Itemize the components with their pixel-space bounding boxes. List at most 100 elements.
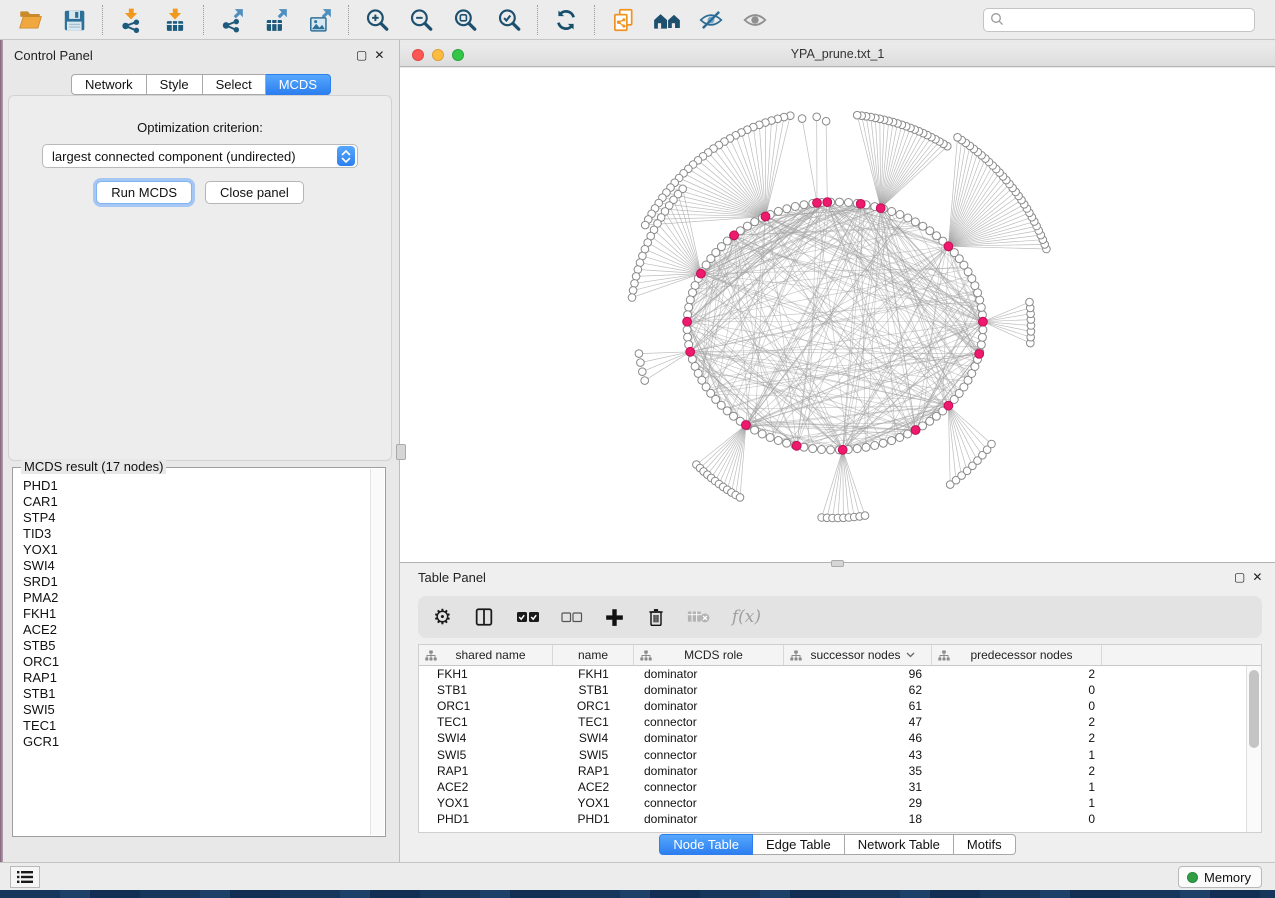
network-node[interactable]: [751, 426, 759, 434]
network-node[interactable]: [641, 221, 649, 229]
network-node[interactable]: [628, 294, 636, 302]
network-node[interactable]: [896, 211, 904, 219]
table-tab-edge-table[interactable]: Edge Table: [753, 834, 845, 855]
table-row[interactable]: YOX1YOX1connector291: [419, 795, 1246, 811]
export-image-icon[interactable]: [305, 5, 335, 35]
column-header-name[interactable]: name: [553, 645, 634, 665]
network-node[interactable]: [783, 205, 791, 213]
table-row[interactable]: SWI4SWI4dominator462: [419, 730, 1246, 746]
zoom-selected-icon[interactable]: [494, 5, 524, 35]
network-node[interactable]: [818, 446, 826, 454]
tab-style[interactable]: Style: [147, 74, 203, 95]
network-node[interactable]: [686, 296, 694, 304]
network-node[interactable]: [637, 359, 645, 367]
network-node[interactable]: [629, 287, 637, 295]
network-node[interactable]: [800, 201, 808, 209]
network-node-dominator[interactable]: [697, 269, 706, 278]
network-node-dominator[interactable]: [742, 421, 751, 430]
close-table-panel-icon[interactable]: ✕: [1252, 570, 1262, 584]
tab-select[interactable]: Select: [203, 74, 266, 95]
network-node[interactable]: [689, 289, 697, 297]
table-tab-node-table[interactable]: Node Table: [659, 834, 753, 855]
optimization-dropdown[interactable]: largest connected component (undirected): [42, 144, 358, 168]
zoom-out-icon[interactable]: [406, 5, 436, 35]
network-node-dominator[interactable]: [813, 199, 822, 208]
network-node[interactable]: [632, 273, 640, 281]
network-node[interactable]: [954, 134, 962, 142]
zoom-in-icon[interactable]: [362, 5, 392, 35]
table-row[interactable]: STB1STB1dominator620: [419, 682, 1246, 698]
network-node-dominator[interactable]: [911, 426, 920, 435]
network-node[interactable]: [888, 437, 896, 445]
hide-selected-icon[interactable]: [696, 5, 726, 35]
network-node-dominator[interactable]: [761, 212, 770, 221]
task-history-button[interactable]: [10, 866, 40, 888]
network-node[interactable]: [798, 115, 806, 123]
network-node-dominator[interactable]: [944, 242, 953, 251]
network-node[interactable]: [845, 199, 853, 207]
float-table-panel-icon[interactable]: ▢: [1234, 570, 1245, 584]
network-node[interactable]: [904, 214, 912, 222]
network-node[interactable]: [827, 446, 835, 454]
network-node[interactable]: [683, 326, 691, 334]
table-row[interactable]: RAP1RAP1dominator352: [419, 763, 1246, 779]
network-node[interactable]: [853, 111, 861, 119]
network-node[interactable]: [641, 377, 649, 385]
network-node[interactable]: [813, 113, 821, 121]
network-node[interactable]: [888, 208, 896, 216]
network-node[interactable]: [853, 445, 861, 453]
zoom-fit-icon[interactable]: [450, 5, 480, 35]
table-row[interactable]: FKH1FKH1dominator962: [419, 666, 1246, 682]
close-panel-button[interactable]: Close panel: [205, 181, 304, 204]
import-network-icon[interactable]: [116, 5, 146, 35]
network-node[interactable]: [635, 350, 643, 358]
table-row[interactable]: TEC1TEC1connector472: [419, 714, 1246, 730]
tab-network[interactable]: Network: [71, 74, 147, 95]
network-node[interactable]: [639, 368, 647, 376]
network-node[interactable]: [904, 430, 912, 438]
network-node[interactable]: [685, 303, 693, 311]
network-node[interactable]: [774, 437, 782, 445]
network-node-dominator[interactable]: [838, 445, 847, 454]
network-node[interactable]: [978, 333, 986, 341]
table-tab-network-table[interactable]: Network Table: [845, 834, 954, 855]
copy-network-icon[interactable]: [608, 5, 638, 35]
export-network-icon[interactable]: [217, 5, 247, 35]
network-node-dominator[interactable]: [975, 350, 984, 359]
network-node[interactable]: [979, 326, 987, 334]
deselect-all-icon[interactable]: [561, 604, 583, 630]
network-canvas[interactable]: [400, 68, 1275, 562]
network-node[interactable]: [988, 440, 996, 448]
network-node[interactable]: [861, 512, 869, 520]
network-node-dominator[interactable]: [823, 198, 832, 207]
export-table-icon[interactable]: [261, 5, 291, 35]
table-tab-motifs[interactable]: Motifs: [954, 834, 1016, 855]
network-node[interactable]: [836, 198, 844, 206]
network-node[interactable]: [871, 442, 879, 450]
mcds-result-scrollbar[interactable]: [370, 469, 384, 835]
show-columns-icon[interactable]: [473, 604, 495, 630]
network-node[interactable]: [751, 218, 759, 226]
mcds-result-list[interactable]: PHD1CAR1STP4TID3YOX1SWI4SRD1PMA2FKH1ACE2…: [13, 470, 370, 834]
network-node[interactable]: [977, 341, 985, 349]
network-node[interactable]: [684, 333, 692, 341]
close-panel-icon[interactable]: ✕: [374, 48, 384, 62]
save-session-icon[interactable]: [59, 5, 89, 35]
import-table-icon[interactable]: [160, 5, 190, 35]
table-settings-icon[interactable]: ⚙: [433, 604, 452, 630]
network-node-dominator[interactable]: [944, 401, 953, 410]
network-node[interactable]: [896, 434, 904, 442]
column-header-shared-name[interactable]: shared name: [419, 645, 553, 665]
refresh-icon[interactable]: [551, 5, 581, 35]
first-neighbors-icon[interactable]: [652, 5, 682, 35]
table-scrollbar[interactable]: [1246, 666, 1261, 832]
show-all-icon[interactable]: [740, 5, 770, 35]
network-node-dominator[interactable]: [730, 231, 739, 240]
network-node[interactable]: [926, 227, 934, 235]
network-node[interactable]: [862, 443, 870, 451]
column-header-predecessor-nodes[interactable]: predecessor nodes: [932, 645, 1102, 665]
network-node-dominator[interactable]: [876, 204, 885, 213]
select-all-icon[interactable]: [516, 604, 540, 630]
run-mcds-button[interactable]: Run MCDS: [96, 181, 192, 204]
network-node-dominator[interactable]: [683, 317, 692, 326]
